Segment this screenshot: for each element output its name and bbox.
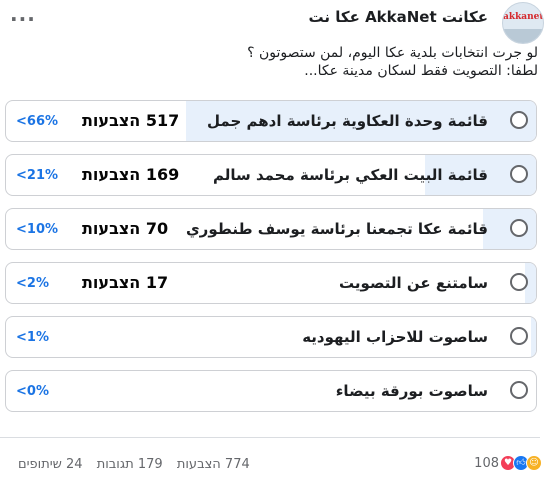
poll-option-radio[interactable]: [510, 327, 528, 345]
poll-option-percent: <2%: [16, 276, 49, 291]
poll-option-percent-value: 0%: [26, 384, 49, 399]
poll-option-label: ساصوت بورقة بيضاء: [335, 382, 488, 400]
poll-option-percent: <1%: [16, 330, 49, 345]
poll-option[interactable]: قائمة وحدة العكاوية برئاسة ادهم جمل 517 ה…: [5, 100, 537, 142]
post-question: لو جرت انتخابات بلدية عكا اليوم، لمن ستص…: [247, 45, 538, 61]
poll-option-percent: <21%: [16, 168, 58, 183]
poll-option-radio[interactable]: [510, 273, 528, 291]
votes-total[interactable]: 774 הצבעות: [177, 457, 250, 472]
poll-option-radio[interactable]: [510, 219, 528, 237]
poll-option-percent: <66%: [16, 114, 58, 129]
poll-option-percent-value: 1%: [26, 330, 49, 345]
footer-stats: 774 הצבעות 179 תגובות 24 שיתופים: [8, 457, 250, 472]
poll-option-radio[interactable]: [510, 165, 528, 183]
care-icon: ☺: [526, 455, 542, 471]
poll-option-percent: <0%: [16, 384, 49, 399]
poll-option-votes[interactable]: 169 הצבעות: [82, 165, 179, 184]
page-name[interactable]: عكانت AkkaNet عكا نت: [309, 8, 489, 26]
shares-count[interactable]: 24 שיתופים: [18, 457, 83, 472]
chevron-left-icon: <: [16, 222, 27, 237]
avatar-skyline: [503, 29, 543, 43]
poll-option-radio[interactable]: [510, 111, 528, 129]
poll-option[interactable]: سامتنع عن التصويت 17 הצבעות <2%: [5, 262, 537, 304]
more-options-button[interactable]: ...: [10, 4, 36, 24]
poll-option[interactable]: ساصوت بورقة بيضاء <0%: [5, 370, 537, 412]
poll-option-percent-value: 21%: [26, 168, 59, 183]
poll-option-label: سامتنع عن التصويت: [339, 274, 488, 292]
chevron-left-icon: <: [16, 330, 27, 345]
chevron-left-icon: <: [16, 276, 27, 291]
reactions-summary[interactable]: 108 ♥ 👍︎ ☺: [474, 455, 542, 471]
chevron-left-icon: <: [16, 114, 27, 129]
poll-option-percent-value: 66%: [26, 114, 59, 129]
post-note: لطفا: التصويت فقط لسكان مدينة عكا...: [304, 63, 538, 79]
page-avatar[interactable]: akkanet: [502, 2, 544, 44]
poll-option[interactable]: قائمة البيت العكي برئاسة محمد سالم 169 הצ…: [5, 154, 537, 196]
avatar-logo-text: akkanet: [503, 12, 544, 22]
post-header: ... عكانت AkkaNet عكا نت akkanet: [0, 0, 550, 44]
poll-option-radio[interactable]: [510, 381, 528, 399]
poll-option[interactable]: ساصوت للاحزاب اليهوديه <1%: [5, 316, 537, 358]
poll-option-label: قائمة وحدة العكاوية برئاسة ادهم جمل: [207, 112, 488, 130]
poll-option-percent-value: 10%: [26, 222, 59, 237]
poll-option-fill: [530, 317, 536, 357]
poll-option-label: ساصوت للاحزاب اليهوديه: [302, 328, 488, 346]
reaction-count: 108: [474, 455, 499, 471]
post-text: لو جرت انتخابات بلدية عكا اليوم، لمن ستص…: [18, 44, 538, 80]
poll-option[interactable]: قائمة عكا تجمعنا برئاسة يوسف طنطوري 70 הצ…: [5, 208, 537, 250]
footer-divider: [0, 437, 540, 438]
chevron-left-icon: <: [16, 384, 27, 399]
poll-option-votes[interactable]: 517 הצבעות: [82, 111, 179, 130]
chevron-left-icon: <: [16, 168, 27, 183]
poll-option-votes[interactable]: 17 הצבעות: [82, 273, 168, 292]
poll-option-percent-value: 2%: [26, 276, 49, 291]
poll-option-votes[interactable]: 70 הצבעות: [82, 219, 168, 238]
comments-count[interactable]: 179 תגובות: [97, 457, 163, 472]
poll-option-percent: <10%: [16, 222, 58, 237]
poll-option-label: قائمة البيت العكي برئاسة محمد سالم: [212, 166, 488, 184]
poll-option-label: قائمة عكا تجمعنا برئاسة يوسف طنطوري: [185, 220, 488, 238]
